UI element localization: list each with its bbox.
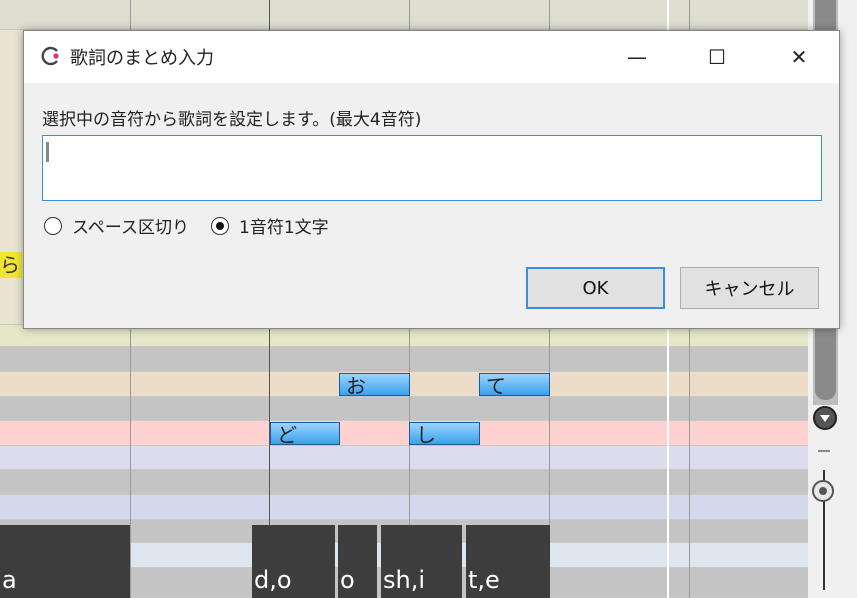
lyric-input[interactable]: [42, 135, 822, 201]
cancel-button[interactable]: キャンセル: [680, 267, 819, 309]
phoneme-label: sh,i: [383, 566, 426, 594]
note[interactable]: ど: [270, 422, 340, 447]
lane: [0, 347, 808, 372]
phoneme-block: t,e: [466, 525, 550, 598]
radio-space-split-label: スペース区切り: [72, 218, 189, 238]
note[interactable]: お: [339, 373, 410, 398]
phoneme-label: d,o: [254, 566, 292, 594]
close-icon: ✕: [790, 45, 808, 69]
minimize-button[interactable]: —: [597, 31, 677, 83]
ok-button[interactable]: OK: [526, 267, 665, 309]
lyric-side-label: ら: [0, 252, 22, 278]
dialog-title: 歌詞のまとめ入力: [70, 48, 214, 69]
lane: [0, 421, 808, 446]
instruction-text: 選択中の音符から歌詞を設定します。(最大4音符): [42, 110, 422, 130]
radio-circle-icon[interactable]: [44, 216, 62, 235]
close-button[interactable]: ✕: [759, 31, 839, 83]
radio-one-char-per-note[interactable]: 1音符1文字: [211, 213, 329, 238]
phoneme-label: a: [2, 566, 17, 594]
lyrics-batch-input-dialog: 歌詞のまとめ入力 — ☐ ✕ 選択中の音符から歌詞を設定します。(最大4音符) …: [23, 30, 840, 329]
phoneme-block: o: [338, 525, 377, 598]
maximize-icon: ☐: [708, 45, 726, 69]
maximize-button[interactable]: ☐: [677, 31, 757, 83]
lane: [0, 470, 808, 495]
lane: [0, 446, 808, 470]
phoneme-block: sh,i: [381, 525, 462, 598]
zoom-minus-icon[interactable]: [818, 450, 830, 452]
lane: [0, 495, 808, 520]
zoom-slider-thumb[interactable]: [812, 480, 834, 502]
radio-selected-icon[interactable]: [211, 216, 229, 235]
radio-space-split[interactable]: スペース区切り: [44, 213, 189, 238]
radio-one-char-label: 1音符1文字: [239, 218, 329, 238]
note[interactable]: て: [479, 373, 550, 398]
phoneme-block: a: [0, 525, 130, 598]
ok-button-label: OK: [582, 277, 609, 299]
phoneme-label: o: [340, 566, 355, 594]
note[interactable]: し: [409, 422, 480, 447]
lane: [0, 0, 808, 30]
title-bar[interactable]: 歌詞のまとめ入力 — ☐ ✕: [24, 31, 839, 83]
zoom-knob-icon[interactable]: [813, 406, 837, 430]
arrow-down-icon: [820, 415, 830, 422]
cancel-button-label: キャンセル: [704, 279, 795, 300]
text-caret: [46, 142, 49, 162]
lane: [0, 397, 808, 421]
thumb-dot-icon: [819, 487, 827, 495]
phoneme-label: t,e: [468, 566, 500, 594]
minimize-icon: —: [627, 45, 647, 69]
phoneme-block: d,o: [252, 525, 335, 598]
app-logo-icon: [41, 46, 59, 66]
